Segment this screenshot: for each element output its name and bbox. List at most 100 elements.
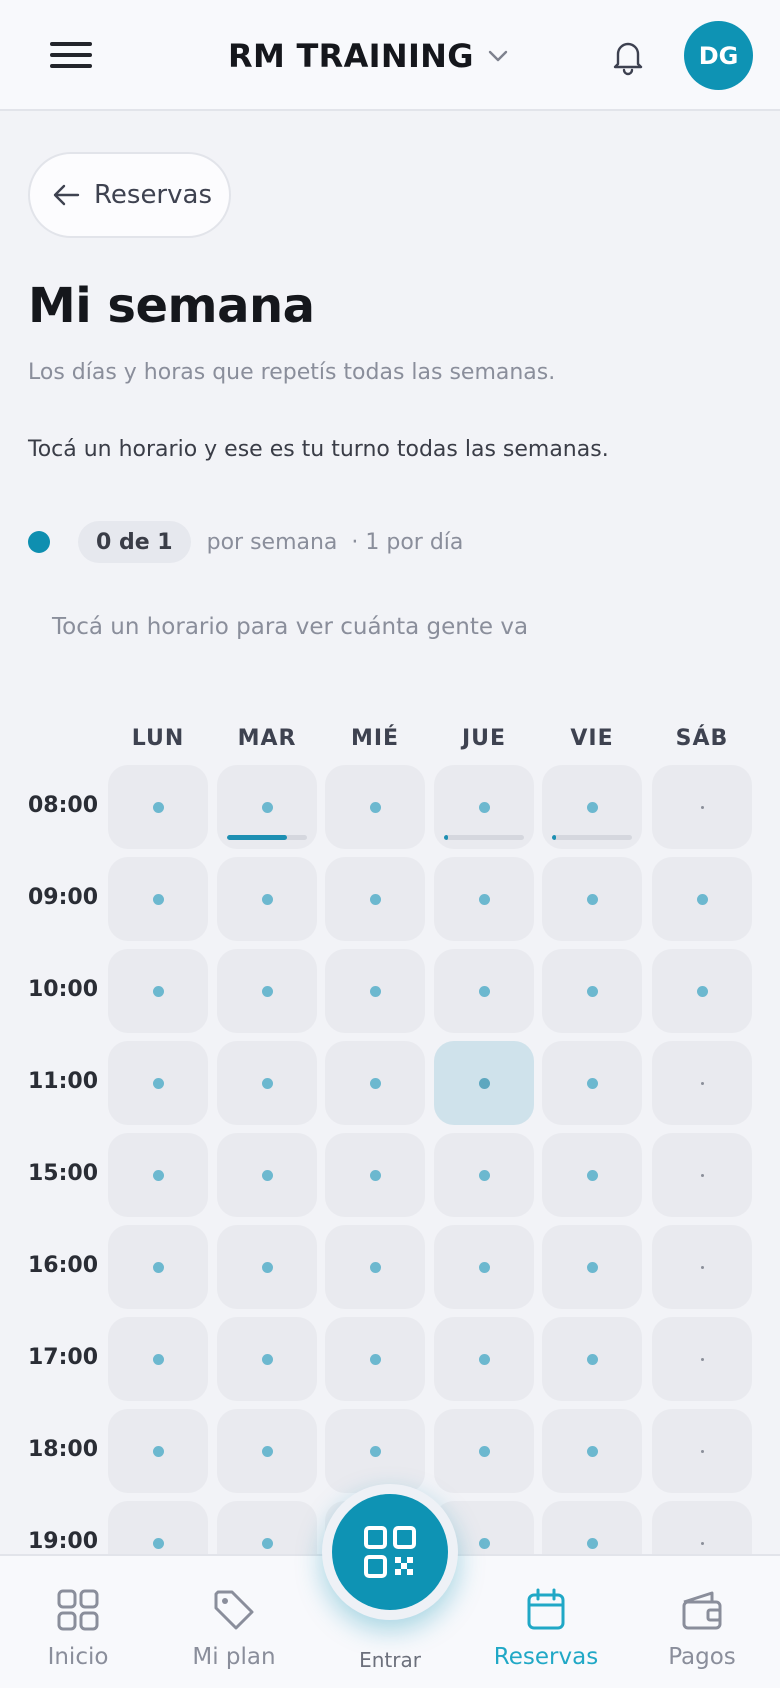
schedule-slot[interactable] [108, 1409, 208, 1493]
schedule-slot[interactable] [542, 1317, 642, 1401]
availability-dot [261, 1261, 273, 1273]
calendar-icon [527, 1588, 565, 1630]
schedule-slot[interactable] [652, 1409, 752, 1493]
schedule-slot[interactable] [434, 765, 534, 849]
availability-dot [369, 801, 381, 813]
availability-dot [152, 985, 164, 997]
schedule-slot[interactable] [325, 949, 425, 1033]
schedule-slot[interactable] [325, 1317, 425, 1401]
schedule-slot[interactable] [542, 949, 642, 1033]
top-bar: RM TRAINING DG [0, 0, 780, 111]
schedule-slot[interactable] [108, 1317, 208, 1401]
nav-item-inicio[interactable]: Inicio [8, 1556, 148, 1688]
schedule-slot[interactable] [434, 857, 534, 941]
schedule-slot[interactable] [542, 1041, 642, 1125]
qr-code-icon [364, 1526, 416, 1578]
schedule-slot[interactable] [542, 765, 642, 849]
schedule-slot[interactable] [108, 857, 208, 941]
schedule-slot[interactable] [542, 1225, 642, 1309]
schedule-slot[interactable] [542, 1133, 642, 1217]
availability-dot [478, 1169, 490, 1181]
availability-dot [369, 985, 381, 997]
schedule-slot[interactable] [542, 857, 642, 941]
nav-item-mi-plan[interactable]: Mi plan [164, 1556, 304, 1688]
schedule-slot[interactable] [652, 765, 752, 849]
schedule-slot[interactable] [325, 1225, 425, 1309]
occupancy-fill [444, 835, 448, 840]
schedule-slot[interactable] [434, 1133, 534, 1217]
schedule-slot[interactable] [108, 1041, 208, 1125]
availability-dot [700, 1173, 704, 1177]
app-screen: RM TRAINING DG Reservas Mi semana Los dí… [0, 0, 780, 1688]
schedule-slot[interactable] [434, 1317, 534, 1401]
occupancy-bar [227, 835, 307, 840]
nav-label: Inicio [47, 1644, 109, 1670]
time-label: 19:00 [28, 1529, 99, 1554]
occupancy-fill [227, 835, 287, 840]
schedule-slot[interactable] [217, 1409, 317, 1493]
bell-icon[interactable] [608, 36, 648, 76]
schedule-slot[interactable] [434, 1225, 534, 1309]
availability-dot [586, 1353, 598, 1365]
schedule-slot[interactable] [217, 1225, 317, 1309]
availability-dot [700, 805, 704, 809]
availability-dot [586, 1077, 598, 1089]
availability-dot [586, 985, 598, 997]
schedule-slot[interactable] [652, 1317, 752, 1401]
availability-dot [369, 1077, 381, 1089]
availability-dot [478, 985, 490, 997]
schedule-slot[interactable] [108, 1133, 208, 1217]
schedule-slot[interactable] [542, 1409, 642, 1493]
availability-dot [261, 1169, 273, 1181]
nav-item-pagos[interactable]: Pagos [632, 1556, 772, 1688]
availability-dot [369, 893, 381, 905]
time-label: 15:00 [28, 1161, 99, 1186]
menu-icon[interactable] [50, 38, 94, 72]
schedule-slot[interactable] [325, 1041, 425, 1125]
availability-dot [261, 1077, 273, 1089]
schedule-slot[interactable] [217, 1041, 317, 1125]
grid-icon [57, 1589, 99, 1631]
availability-dot [700, 1449, 704, 1453]
nav-item-reservas[interactable]: Reservas [476, 1556, 616, 1688]
schedule-slot[interactable] [217, 1317, 317, 1401]
schedule-slot[interactable] [217, 949, 317, 1033]
qr-entry-button[interactable] [332, 1494, 448, 1610]
schedule-slot[interactable] [325, 765, 425, 849]
quota-indicator-dot [28, 531, 50, 553]
schedule-slot[interactable] [325, 857, 425, 941]
schedule-slot[interactable] [217, 857, 317, 941]
day-header-1: MAR [237, 726, 297, 751]
avatar[interactable]: DG [684, 21, 753, 90]
back-button[interactable]: Reservas [28, 152, 231, 238]
tag-icon [214, 1590, 254, 1630]
schedule-slot[interactable] [652, 1133, 752, 1217]
schedule-slot[interactable] [217, 1133, 317, 1217]
occupancy-bar [444, 835, 524, 840]
availability-dot [586, 1445, 598, 1457]
schedule-slot[interactable] [652, 949, 752, 1033]
schedule-slot[interactable] [434, 1409, 534, 1493]
gym-selector[interactable]: RM TRAINING [228, 32, 508, 80]
availability-dot [586, 801, 598, 813]
schedule-slot[interactable] [434, 1041, 534, 1125]
schedule-slot[interactable] [217, 765, 317, 849]
availability-dot [478, 1353, 490, 1365]
availability-dot [478, 801, 490, 813]
availability-dot [700, 1357, 704, 1361]
schedule-slot[interactable] [652, 857, 752, 941]
schedule-slot[interactable] [652, 1041, 752, 1125]
schedule-slot[interactable] [108, 949, 208, 1033]
schedule-slot[interactable] [108, 1225, 208, 1309]
schedule-slot[interactable] [325, 1409, 425, 1493]
schedule-slot[interactable] [434, 949, 534, 1033]
instruction-text: Tocá un horario y ese es tu turno todas … [28, 437, 609, 462]
availability-dot [261, 1445, 273, 1457]
qr-entry-label: Entrar [359, 1648, 421, 1672]
availability-dot [369, 1445, 381, 1457]
day-header-0: LUN [131, 726, 185, 751]
availability-dot [152, 893, 164, 905]
schedule-slot[interactable] [325, 1133, 425, 1217]
schedule-slot[interactable] [652, 1225, 752, 1309]
schedule-slot[interactable] [108, 765, 208, 849]
